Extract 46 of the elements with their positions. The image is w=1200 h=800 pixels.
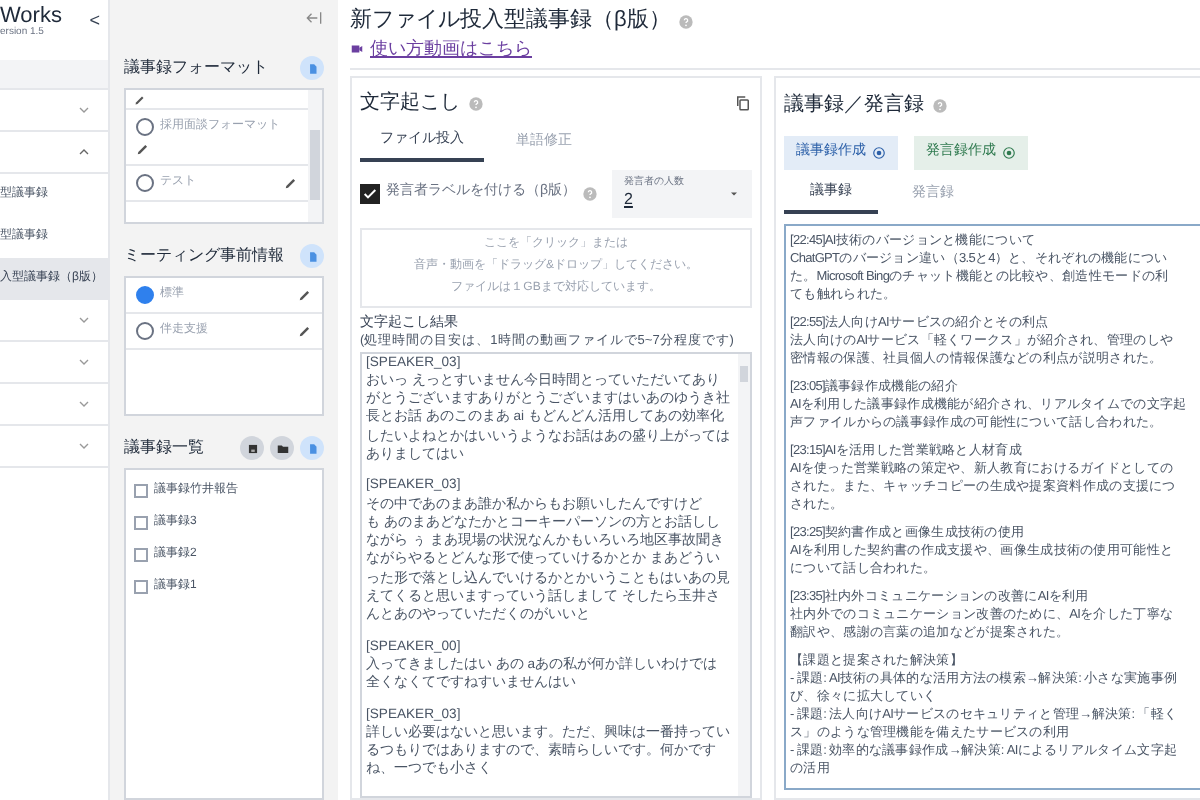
pencil-icon[interactable] (298, 288, 312, 302)
pencil-icon[interactable] (134, 93, 146, 105)
video-icon (350, 42, 364, 56)
minutes-text-area[interactable] (784, 223, 1200, 790)
play-circle-icon (872, 146, 886, 160)
section-title: ミーティング事前情報 (124, 244, 284, 268)
check-icon (362, 185, 378, 201)
video-link[interactable]: 使い方動画はこちら (350, 36, 1200, 62)
radio-button[interactable] (136, 174, 154, 192)
folder-button[interactable] (270, 436, 294, 460)
dropdown-icon (728, 187, 740, 199)
add-icon (305, 61, 319, 75)
collapse-button[interactable]: < (89, 12, 100, 30)
section-title: 議事録一覧 (124, 436, 204, 460)
card-title: 文字起こし (360, 89, 460, 118)
help-icon[interactable] (678, 13, 695, 29)
add-icon (305, 441, 319, 455)
checkbox[interactable] (360, 183, 380, 203)
add-button[interactable] (300, 244, 324, 268)
checkbox[interactable] (134, 484, 148, 498)
page-title: 新ファイル投入型議事録（β版） (350, 5, 671, 37)
add-button[interactable] (300, 56, 324, 80)
pencil-icon[interactable] (298, 324, 312, 338)
radio-button[interactable] (136, 322, 154, 340)
card-title: 議事録／発言録 (784, 91, 924, 120)
transcript-text-area[interactable] (360, 351, 752, 798)
folder-icon (275, 441, 289, 455)
pencil-icon[interactable] (136, 142, 150, 156)
copy-icon[interactable] (734, 94, 752, 112)
help-icon[interactable] (932, 97, 948, 113)
add-icon (305, 249, 319, 263)
radio-button[interactable] (136, 286, 154, 304)
help-icon[interactable] (582, 185, 599, 201)
collapse-panel-icon[interactable] (304, 8, 324, 28)
save-button[interactable] (240, 436, 264, 460)
pencil-icon[interactable] (284, 176, 298, 190)
checkbox[interactable] (134, 516, 148, 530)
radio-button[interactable] (136, 118, 154, 136)
checkbox[interactable] (134, 580, 148, 594)
play-circle-icon (1002, 146, 1016, 160)
help-icon[interactable] (468, 95, 484, 111)
brand-name: Works (0, 6, 62, 28)
checkbox[interactable] (134, 548, 148, 562)
scrollbar-thumb (740, 365, 748, 381)
save-icon (245, 441, 259, 455)
section-title: 議事録フォーマット (124, 56, 268, 80)
